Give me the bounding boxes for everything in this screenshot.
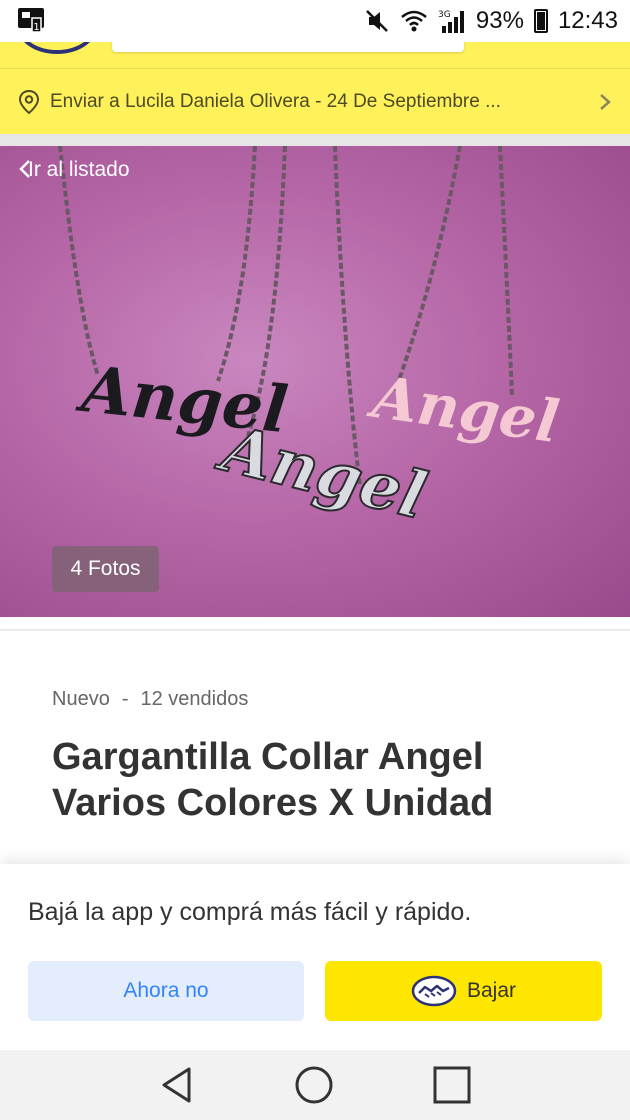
back-triangle-icon[interactable] xyxy=(159,1066,195,1104)
shipping-address-bar[interactable]: Enviar a Lucila Daniela Olivera - 24 De … xyxy=(0,68,630,134)
system-navigation-bar xyxy=(0,1050,630,1120)
header xyxy=(0,42,630,68)
product-title: Gargantilla Collar Angel Varios Colores … xyxy=(52,736,494,824)
download-app-label: Bajar xyxy=(466,979,517,1002)
product-image-gallery[interactable]: Angel Angel Angel Ir al listado 4 Fotos xyxy=(0,146,630,617)
back-to-list-link[interactable]: Ir al listado xyxy=(18,158,130,182)
mute-icon xyxy=(366,10,388,32)
app-screen: 1 3G 93% 12:43 Enviar a Lucila Daniela O… xyxy=(0,0,630,1120)
brand-logo[interactable] xyxy=(18,42,96,54)
banner-message: Bajá la app y comprá más fácil y rápido. xyxy=(28,898,472,926)
header-shadow xyxy=(0,134,630,146)
app-download-banner: Bajá la app y comprá más fácil y rápido.… xyxy=(0,864,630,1050)
necklace-pendant-pink: Angel xyxy=(364,362,563,456)
dismiss-button[interactable]: Ahora no xyxy=(28,961,304,1021)
clock: 12:43 xyxy=(557,7,618,34)
battery-percent: 93% xyxy=(475,7,524,34)
download-app-button[interactable]: Bajar xyxy=(325,961,602,1021)
svg-text:1: 1 xyxy=(33,22,39,33)
battery-icon xyxy=(533,9,548,33)
notification-icon: 1 xyxy=(18,8,44,33)
signal-3g-icon: 3G xyxy=(438,10,464,33)
handshake-logo-icon xyxy=(411,975,457,1007)
back-to-list-label: Ir al listado xyxy=(28,158,130,181)
recents-square-icon[interactable] xyxy=(433,1066,471,1104)
chevron-right-icon xyxy=(600,93,611,110)
meta-separator: - xyxy=(121,688,129,710)
chevron-left-icon xyxy=(19,160,30,178)
product-condition: Nuevo xyxy=(52,688,110,710)
home-circle-icon[interactable] xyxy=(294,1065,334,1105)
photo-count-badge[interactable]: 4 Fotos xyxy=(52,546,159,592)
shipping-address-text: Enviar a Lucila Daniela Olivera - 24 De … xyxy=(50,90,501,112)
location-pin-icon xyxy=(18,89,40,114)
sold-count: 12 vendidos xyxy=(140,688,249,710)
product-meta: Nuevo - 12 vendidos xyxy=(52,688,248,711)
svg-text:3G: 3G xyxy=(438,10,451,20)
section-divider xyxy=(0,617,630,631)
search-input[interactable] xyxy=(112,42,464,52)
wifi-icon xyxy=(401,10,427,32)
status-bar: 1 3G 93% 12:43 xyxy=(0,0,630,42)
